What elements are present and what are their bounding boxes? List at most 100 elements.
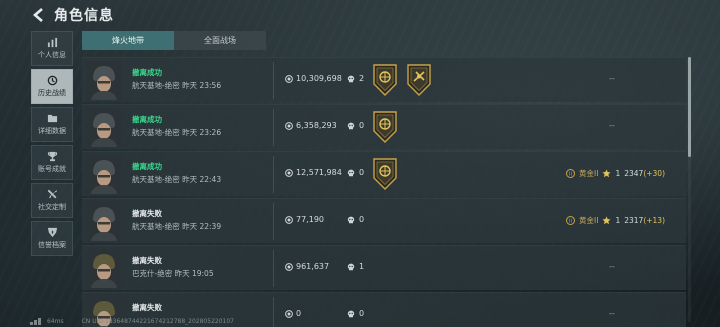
kill-count: 2: [347, 74, 364, 83]
coin-icon: [285, 262, 293, 271]
operator-avatar: [87, 155, 121, 194]
history-clock-icon: [47, 75, 58, 86]
match-record-row[interactable]: 撤离失败 航天基地-绝密 昨天 22:39 77,190 0 II 黄金II 1 2317 (+…: [82, 198, 686, 243]
sidebar-item-label: 信誉档案: [38, 241, 66, 249]
map-and-time: 航天基地-绝密 昨天 22:43: [132, 175, 222, 184]
signal-icon: [30, 318, 41, 325]
match-record-row[interactable]: 撤离成功航天基地-绝密 昨天 22:43 12,571,984 0 II 黄金II 1 23…: [82, 151, 686, 196]
sidebar-item-label: 社交定制: [38, 203, 66, 211]
rank-delta: (+13): [643, 216, 665, 225]
operator-avatar: [87, 202, 121, 241]
row-divider: [273, 109, 274, 146]
medal-badge-icon[interactable]: [372, 158, 398, 190]
kill-count-text: 0: [359, 168, 365, 177]
coin-icon: [285, 121, 293, 130]
match-record-row[interactable]: 撤离成功 航天基地-绝密 昨天 23:26 6,358,293 0 --: [82, 104, 686, 149]
tab-full-battlefield[interactable]: 全面战场: [174, 31, 266, 50]
back-button[interactable]: [30, 7, 46, 23]
ping-text: 64ms: [47, 318, 64, 325]
loot-value: 6,358,293: [285, 121, 337, 130]
loot-value: 12,571,984: [285, 168, 342, 177]
rank-score: 2347: [624, 169, 644, 178]
medal-list: [372, 111, 398, 143]
medal-badge-icon[interactable]: [372, 64, 398, 96]
skull-icon: [347, 75, 355, 83]
loot-value: 77,190: [285, 215, 324, 224]
loot-value-text: 12,571,984: [296, 168, 342, 177]
skull-icon: [347, 122, 355, 130]
extraction-result: 撤离失败: [132, 303, 162, 312]
match-record-row[interactable]: 撤离成功航天基地-绝密 昨天 23:56 10,309,698 2 --: [82, 57, 686, 102]
kill-count-text: 2: [359, 74, 365, 83]
match-record-row[interactable]: 撤离失败 巴克什-绝密 昨天 19:05 961,637 1 --: [82, 245, 686, 290]
uid-text: CN UID:183648744221674212788_20280522010…: [81, 318, 234, 325]
svg-text:II: II: [569, 172, 572, 178]
tab-hazard-zone[interactable]: 烽火地带: [82, 31, 174, 50]
loot-value: 0: [285, 309, 301, 318]
bar-chart-icon: [47, 37, 58, 48]
rank-change: II 黄金II 1 2347 (+30): [566, 168, 665, 179]
sidebar-item-label: 个人信息: [38, 51, 66, 59]
medal-list: [372, 158, 398, 190]
scrollbar-thumb[interactable]: [688, 57, 691, 157]
rank-stars: 1: [615, 169, 621, 178]
kill-count-text: 0: [359, 309, 365, 318]
loot-value-text: 961,637: [296, 262, 330, 271]
kill-count: 0: [347, 215, 364, 224]
sidebar-item-history[interactable]: 历史战绩: [31, 69, 73, 104]
skull-icon: [347, 263, 355, 271]
rank-score: 2317: [624, 216, 644, 225]
rank-tier: 黄金II: [579, 169, 599, 178]
rank-delta: (+30): [643, 169, 665, 178]
kill-count-text: 1: [359, 262, 365, 271]
loot-value: 961,637: [285, 262, 329, 271]
rank-empty: --: [609, 262, 615, 271]
row-divider: [273, 62, 274, 99]
rank-change: II 黄金II 1 2317 (+13): [566, 215, 665, 226]
coin-icon: [285, 215, 293, 224]
extraction-result: 撤离成功: [132, 162, 162, 171]
medal-list: [372, 64, 432, 96]
map-and-time: 航天基地-绝密 昨天 22:39: [132, 222, 222, 231]
operator-avatar: [87, 249, 121, 288]
star-icon: [602, 216, 611, 225]
loot-value: 10,309,698: [285, 74, 342, 83]
sidebar-item-profile[interactable]: 个人信息: [31, 31, 73, 66]
extraction-result: 撤离失败: [132, 209, 162, 218]
back-arrow-icon: [33, 8, 43, 22]
row-divider: [273, 156, 274, 193]
loot-value-text: 10,309,698: [296, 74, 342, 83]
map-and-time: 航天基地-绝密 昨天 23:26: [132, 128, 222, 137]
match-history-list: 撤离成功 航天基地-绝密 昨天 23:56 10,309,698 2 -- 撤离成功 航天基…: [82, 57, 686, 327]
operator-avatar: [87, 108, 121, 147]
kill-count: 0: [347, 168, 364, 177]
sidebar-item-social[interactable]: 社交定制: [31, 183, 73, 218]
coin-icon: [285, 309, 293, 318]
kill-count: 0: [347, 121, 364, 130]
trophy-icon: [47, 151, 58, 162]
sidebar-item-details[interactable]: 详细数据: [31, 107, 73, 142]
svg-text:II: II: [569, 219, 572, 225]
sidebar-item-label: 账号成就: [38, 165, 66, 173]
sidebar-item-reputation[interactable]: 信誉档案: [31, 221, 73, 256]
loot-value-text: 0: [296, 309, 302, 318]
loot-value-text: 77,190: [296, 215, 324, 224]
header: 角色信息: [30, 4, 114, 26]
rank-empty: --: [609, 74, 615, 83]
medal-badge-icon[interactable]: [406, 64, 432, 96]
row-divider: [273, 250, 274, 287]
extraction-result: 撤离成功: [132, 68, 162, 77]
sidebar-item-achievements[interactable]: 账号成就: [31, 145, 73, 180]
kill-count: 0: [347, 309, 364, 318]
loot-value-text: 6,358,293: [296, 121, 337, 130]
skull-icon: [347, 216, 355, 224]
footer: 64ms CN UID:183648744221674212788_202805…: [30, 318, 234, 325]
gold-tier-icon: II: [566, 216, 575, 225]
rank-tier: 黄金II: [579, 216, 599, 225]
kill-count: 1: [347, 262, 364, 271]
gold-tier-icon: II: [566, 169, 575, 178]
extraction-result: 撤离失败: [132, 256, 162, 265]
medal-badge-icon[interactable]: [372, 111, 398, 143]
folder-icon: [47, 113, 58, 124]
map-and-time: 航天基地-绝密 昨天 23:56: [132, 81, 222, 90]
